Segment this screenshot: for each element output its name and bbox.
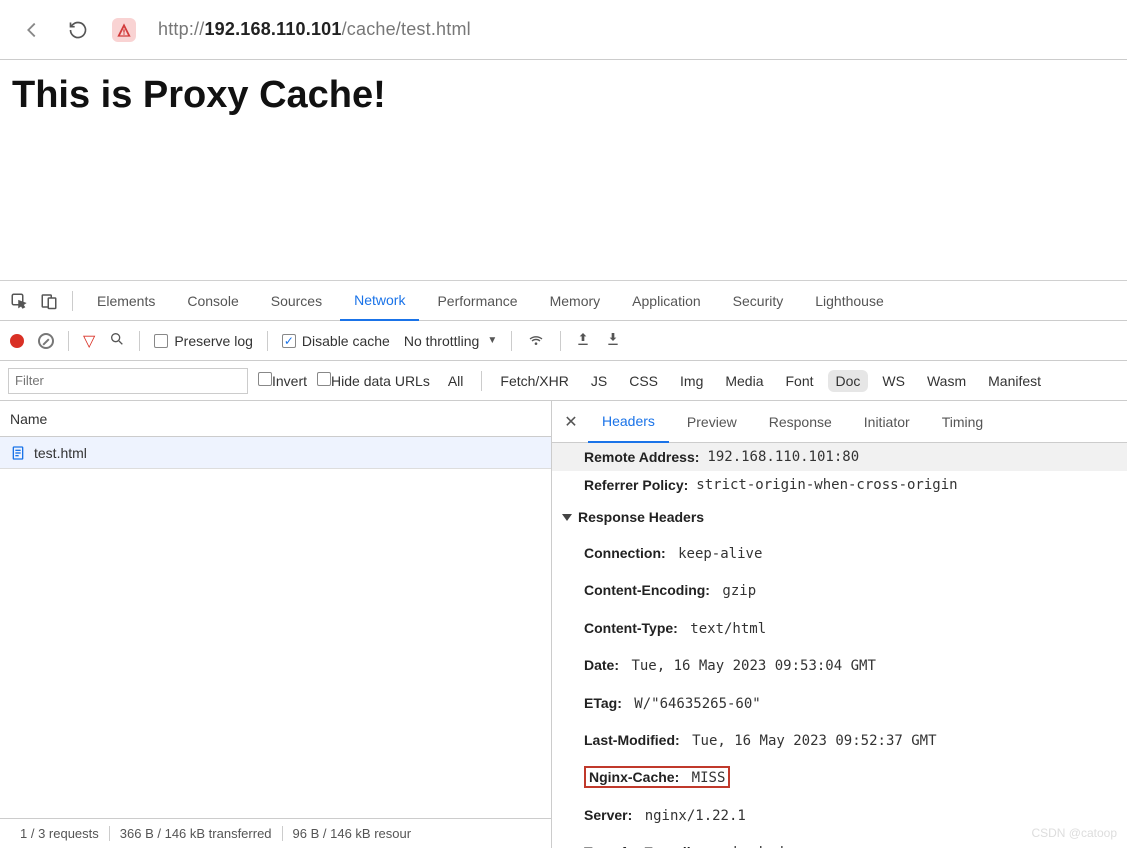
network-conditions-icon[interactable] [526, 331, 546, 350]
tab-lighthouse[interactable]: Lighthouse [801, 281, 898, 321]
type-filter-all[interactable]: All [440, 370, 472, 392]
detail-body: Remote Address: 192.168.110.101:80 Refer… [552, 443, 1127, 848]
close-detail-button[interactable]: ✕ [558, 401, 584, 443]
tab-sources[interactable]: Sources [257, 281, 336, 321]
network-toolbar: ▽ Preserve log Disable cache No throttli… [0, 321, 1127, 361]
status-resources: 96 B / 146 kB resour [283, 826, 422, 841]
filter-bar: Invert Hide data URLs All Fetch/XHR JS CSS I… [0, 361, 1127, 401]
filter-input[interactable] [8, 368, 248, 394]
type-filter-wasm[interactable]: Wasm [919, 370, 974, 392]
type-filter-js[interactable]: JS [583, 370, 615, 392]
throttling-select[interactable]: No throttling▼ [404, 333, 497, 349]
upload-icon[interactable] [575, 331, 591, 350]
request-item[interactable]: test.html [0, 437, 551, 469]
record-button[interactable] [10, 334, 24, 348]
search-icon[interactable] [109, 331, 125, 350]
chevron-down-icon: ▼ [487, 335, 497, 346]
detail-tab-timing[interactable]: Timing [928, 401, 998, 443]
detail-tab-initiator[interactable]: Initiator [850, 401, 924, 443]
site-security-badge[interactable] [112, 18, 136, 42]
request-list: test.html [0, 437, 551, 818]
clear-button[interactable] [38, 333, 54, 349]
download-icon[interactable] [605, 331, 621, 350]
tab-network[interactable]: Network [340, 281, 419, 321]
tab-console[interactable]: Console [173, 281, 252, 321]
type-filters: All Fetch/XHR JS CSS Img Media Font DocWS Wasm Ma… [440, 370, 1049, 392]
tab-memory[interactable]: Memory [536, 281, 615, 321]
general-remote-address: Remote Address: 192.168.110.101:80 [552, 443, 1127, 471]
inspect-icon[interactable] [6, 288, 32, 314]
column-name[interactable]: Name [0, 401, 551, 437]
hide-data-urls-checkbox[interactable]: Hide data URLs [317, 372, 430, 389]
response-header-row: Content-Type: text/html [552, 610, 1127, 647]
type-filter-doc[interactable]: Doc [828, 370, 869, 392]
invert-checkbox[interactable]: Invert [258, 372, 307, 389]
type-filter-manifest[interactable]: Manifest [980, 370, 1049, 392]
detail-tab-preview[interactable]: Preview [673, 401, 751, 443]
response-header-row: Connection: keep-alive [552, 535, 1127, 572]
type-filter-img[interactable]: Img [672, 370, 711, 392]
tab-performance[interactable]: Performance [423, 281, 531, 321]
response-headers-section[interactable]: Response Headers [552, 499, 1127, 535]
detail-panel: ✕ Headers Preview Response Initiator Tim… [552, 401, 1127, 848]
tab-elements[interactable]: Elements [83, 281, 169, 321]
url-path: /cache/test.html [342, 19, 471, 39]
status-transferred: 366 B / 146 kB transferred [110, 826, 283, 841]
general-referrer-policy: Referrer Policy: strict-origin-when-cros… [552, 471, 1127, 499]
device-toggle-icon[interactable] [36, 288, 62, 314]
type-filter-ws[interactable]: WS [874, 370, 913, 392]
page-content: This is Proxy Cache! [0, 60, 1127, 280]
preserve-log-checkbox[interactable]: Preserve log [154, 333, 253, 349]
tab-security[interactable]: Security [719, 281, 798, 321]
request-list-panel: Name test.html 1 / 3 requests 366 B / 14… [0, 401, 552, 848]
devtools-tabs: Elements Console Sources Network Perform… [0, 281, 1127, 321]
page-heading: This is Proxy Cache! [12, 74, 1115, 117]
type-filter-font[interactable]: Font [778, 370, 822, 392]
filter-toggle-icon[interactable]: ▽ [83, 331, 95, 351]
back-button[interactable] [20, 18, 44, 42]
response-headers-list: Connection: keep-aliveContent-Encoding: … [552, 535, 1127, 848]
type-filter-css[interactable]: CSS [621, 370, 666, 392]
response-header-row: Transfer-Encoding: chunked [552, 834, 1127, 848]
address-bar: http://192.168.110.101/cache/test.html [0, 0, 1127, 60]
disable-cache-checkbox[interactable]: Disable cache [282, 333, 390, 349]
url-host: 192.168.110.101 [204, 19, 341, 39]
devtools: Elements Console Sources Network Perform… [0, 280, 1127, 848]
reload-button[interactable] [66, 18, 90, 42]
type-filter-fetchxhr[interactable]: Fetch/XHR [492, 370, 576, 392]
response-header-row: Nginx-Cache: MISS [552, 759, 1127, 796]
status-requests: 1 / 3 requests [10, 826, 110, 841]
response-header-row: Server: nginx/1.22.1 [552, 797, 1127, 834]
detail-tab-response[interactable]: Response [755, 401, 846, 443]
response-header-row: Content-Encoding: gzip [552, 572, 1127, 609]
network-body: Name test.html 1 / 3 requests 366 B / 14… [0, 401, 1127, 848]
detail-tab-headers[interactable]: Headers [588, 401, 669, 443]
type-filter-media[interactable]: Media [717, 370, 771, 392]
response-header-row: Date: Tue, 16 May 2023 09:53:04 GMT [552, 647, 1127, 684]
response-header-row: Last-Modified: Tue, 16 May 2023 09:52:37… [552, 722, 1127, 759]
url-display[interactable]: http://192.168.110.101/cache/test.html [158, 19, 471, 40]
status-bar: 1 / 3 requests 366 B / 146 kB transferre… [0, 818, 551, 848]
response-header-row: ETag: W/"64635265-60" [552, 685, 1127, 722]
tab-application[interactable]: Application [618, 281, 715, 321]
url-prefix: http:// [158, 19, 204, 39]
disclosure-triangle-icon [562, 514, 572, 521]
request-name: test.html [34, 445, 87, 461]
detail-tabs: ✕ Headers Preview Response Initiator Tim… [552, 401, 1127, 443]
file-icon [10, 445, 26, 461]
